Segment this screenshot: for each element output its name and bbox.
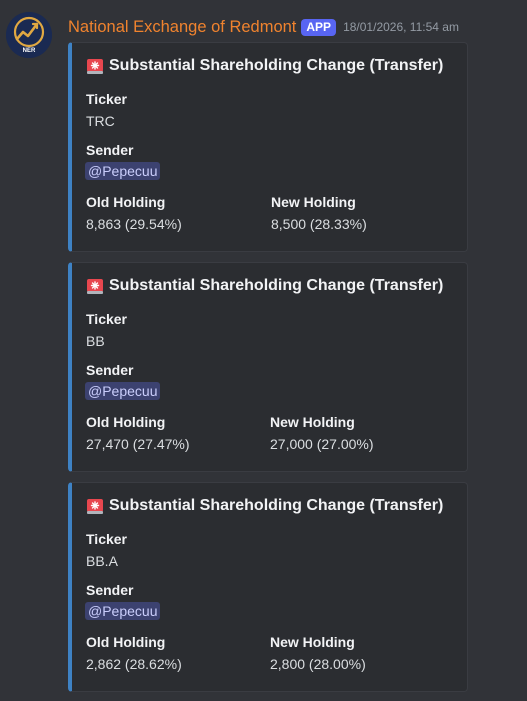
ticker-label: Ticker: [86, 91, 127, 107]
old-holding-label: Old Holding: [86, 194, 166, 210]
new-holding-value: 27,000 (27.00%): [270, 436, 374, 452]
ticker-value: BB: [86, 333, 105, 349]
siren-icon: [87, 279, 103, 294]
siren-icon: [87, 499, 103, 514]
bot-message: NER National Exchange of Redmont APP 18/…: [0, 0, 527, 701]
avatar[interactable]: NER: [6, 12, 52, 58]
new-holding-label: New Holding: [270, 414, 355, 430]
old-holding-label: Old Holding: [86, 634, 166, 650]
sender-label: Sender: [86, 582, 134, 598]
old-holding-value: 27,470 (27.47%): [86, 436, 190, 452]
ticker-label: Ticker: [86, 311, 127, 327]
new-holding-value: 2,800 (28.00%): [270, 656, 366, 672]
embed-title: Substantial Shareholding Change (Transfe…: [86, 57, 443, 75]
embed-card: Substantial Shareholding Change (Transfe…: [68, 482, 468, 692]
new-holding-value: 8,500 (28.33%): [271, 216, 367, 232]
embed-title-text: Substantial Shareholding Change (Transfe…: [109, 277, 444, 294]
new-holding-label: New Holding: [270, 634, 355, 650]
ticker-value: BB.A: [86, 553, 118, 569]
ner-logo-icon: NER: [6, 12, 52, 58]
sender-mention[interactable]: @Pepecuu: [85, 162, 161, 180]
old-holding-value: 8,863 (29.54%): [86, 216, 182, 232]
sender-mention[interactable]: @Pepecuu: [85, 602, 161, 620]
app-badge: APP: [301, 18, 337, 36]
ticker-value: TRC: [86, 113, 115, 129]
embed-title-text: Substantial Shareholding Change (Transfe…: [109, 497, 444, 514]
old-holding-label: Old Holding: [86, 414, 166, 430]
username[interactable]: National Exchange of Redmont: [68, 18, 296, 37]
new-holding-label: New Holding: [271, 194, 356, 210]
ticker-label: Ticker: [86, 531, 127, 547]
embed-title-text: Substantial Shareholding Change (Transfe…: [109, 57, 444, 74]
timestamp[interactable]: 18/01/2026, 11:54 am: [343, 20, 459, 34]
svg-text:NER: NER: [23, 48, 36, 54]
embed-card: Substantial Shareholding Change (Transfe…: [68, 262, 468, 472]
sender-label: Sender: [86, 362, 134, 378]
siren-icon: [87, 59, 103, 74]
sender-mention[interactable]: @Pepecuu: [85, 382, 161, 400]
embed-card: Substantial Shareholding Change (Transfe…: [68, 42, 468, 252]
message-header: National Exchange of Redmont APP 18/01/2…: [68, 15, 459, 39]
embed-title: Substantial Shareholding Change (Transfe…: [86, 277, 443, 295]
embed-title: Substantial Shareholding Change (Transfe…: [86, 497, 443, 515]
old-holding-value: 2,862 (28.62%): [86, 656, 182, 672]
sender-label: Sender: [86, 142, 134, 158]
